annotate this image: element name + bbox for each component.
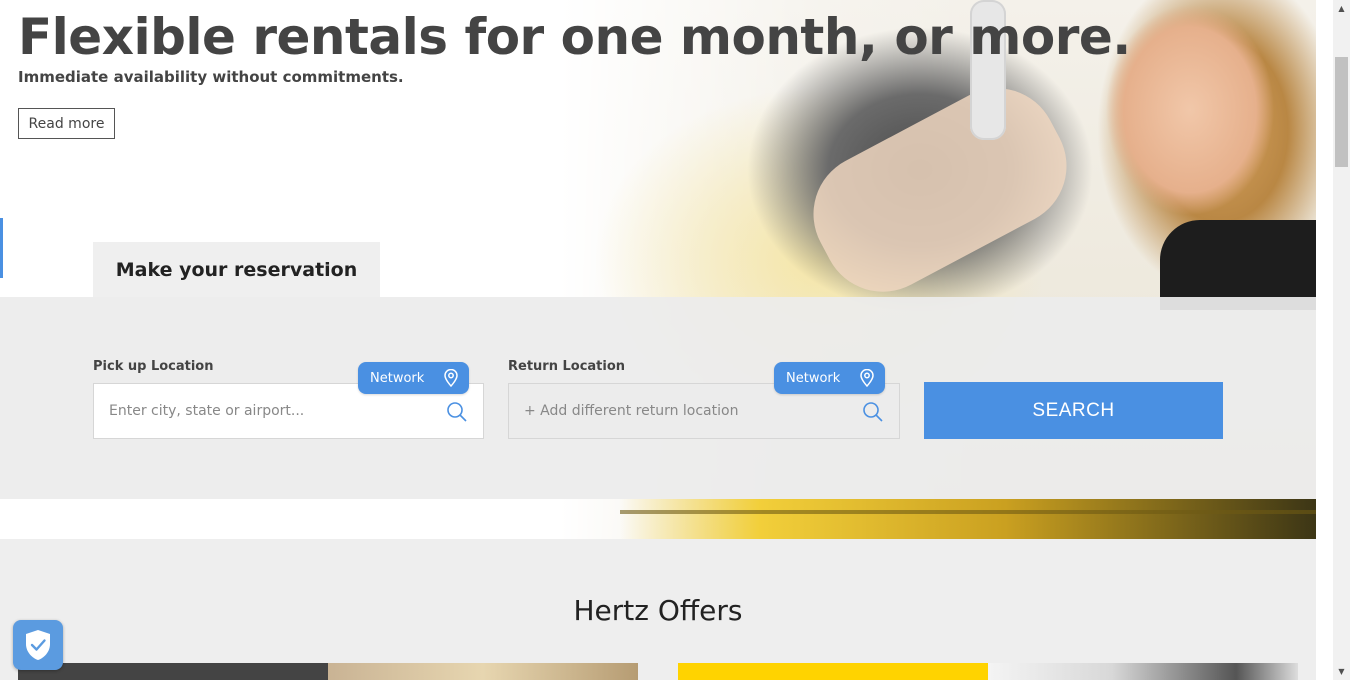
pickup-location-label: Pick up Location <box>93 359 214 374</box>
offer-card-1[interactable] <box>18 663 328 680</box>
offers-section: Hertz Offers <box>0 539 1316 680</box>
location-pin-icon <box>444 369 458 387</box>
hero-section: Flexible rentals for one month, or more.… <box>0 0 1316 539</box>
offer-card-2-image[interactable] <box>988 663 1298 680</box>
network-label: Network <box>786 370 841 386</box>
offers-title: Hertz Offers <box>573 594 743 627</box>
vertical-scrollbar[interactable]: ▲ ▼ <box>1333 0 1350 680</box>
return-network-button[interactable]: Network <box>774 362 885 394</box>
hero-title: Flexible rentals for one month, or more. <box>18 8 1131 66</box>
location-pin-icon <box>860 369 874 387</box>
read-more-button[interactable]: Read more <box>18 108 115 139</box>
network-label: Network <box>370 370 425 386</box>
search-button[interactable]: SEARCH <box>924 382 1223 439</box>
hero-subtitle: Immediate availability without commitmen… <box>18 68 404 86</box>
pickup-network-button[interactable]: Network <box>358 362 469 394</box>
offer-card-1-image[interactable] <box>328 663 638 680</box>
reservation-tab[interactable]: Make your reservation <box>93 242 380 297</box>
scroll-down-arrow-icon[interactable]: ▼ <box>1333 663 1350 680</box>
side-tab-marker <box>0 218 3 278</box>
shield-check-icon <box>26 630 50 660</box>
privacy-shield-button[interactable] <box>13 620 63 670</box>
scrollbar-thumb[interactable] <box>1335 57 1348 167</box>
scroll-up-arrow-icon[interactable]: ▲ <box>1333 0 1350 17</box>
offer-card-2[interactable] <box>678 663 988 680</box>
search-icon[interactable] <box>861 400 885 424</box>
search-icon[interactable] <box>445 400 469 424</box>
return-location-label: Return Location <box>508 359 626 374</box>
